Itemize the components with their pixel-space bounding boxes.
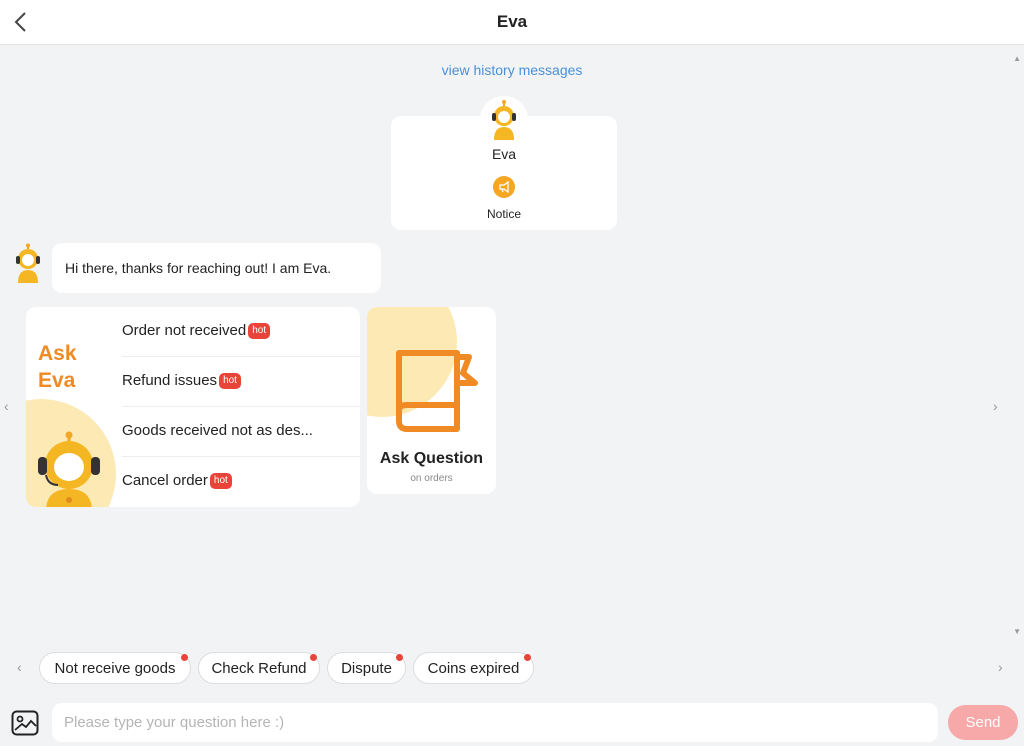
- faq-item-goods-not-as-described[interactable]: Goods received not as des...: [122, 407, 360, 457]
- scroll-down-arrow-icon[interactable]: ▼: [1013, 627, 1021, 636]
- megaphone-icon[interactable]: [493, 176, 515, 198]
- chip-check-refund[interactable]: Check Refund: [198, 652, 320, 684]
- question-input[interactable]: [52, 703, 938, 742]
- faq-item-label: Order not received: [122, 322, 247, 339]
- bot-name: Eva: [491, 146, 517, 162]
- ask-eva-card: Ask Eva Order not received hot Refund iss…: [26, 307, 360, 507]
- chip-coins-expired[interactable]: Coins expired: [413, 652, 534, 684]
- notice-label[interactable]: Notice: [391, 207, 617, 221]
- hot-badge: hot: [219, 373, 241, 389]
- header: Eva: [0, 0, 1024, 45]
- faq-item-label: Goods received not as des...: [122, 422, 313, 439]
- chips-prev-icon[interactable]: ‹: [17, 659, 22, 675]
- bot-message-avatar: [10, 243, 46, 283]
- chip-label: Check Refund: [211, 660, 307, 677]
- chip-dispute[interactable]: Dispute: [327, 652, 406, 684]
- ask-question-card[interactable]: Ask Question on orders: [367, 307, 496, 494]
- notification-dot: [181, 654, 188, 661]
- notification-dot: [310, 654, 317, 661]
- bot-message-bubble: Hi there, thanks for reaching out! I am …: [52, 243, 381, 293]
- faq-item-cancel-order[interactable]: Cancel order hot: [122, 457, 360, 507]
- chip-label: Not receive goods: [54, 660, 176, 677]
- image-upload-icon[interactable]: [11, 710, 39, 736]
- carousel-prev-icon[interactable]: ‹: [4, 398, 9, 414]
- question-book-icon: [396, 350, 478, 432]
- chat-title: Eva: [496, 12, 528, 31]
- faq-list: Order not received hot Refund issues hot G…: [122, 307, 360, 507]
- bot-avatar: [480, 96, 528, 144]
- robot-mascot-icon: [38, 431, 100, 507]
- chip-not-receive-goods[interactable]: Not receive goods: [39, 652, 191, 684]
- faq-item-label: Cancel order: [122, 472, 208, 489]
- carousel-next-icon[interactable]: ›: [993, 398, 998, 414]
- hot-badge: hot: [209, 473, 232, 489]
- view-history-link[interactable]: view history messages: [0, 62, 1024, 78]
- hot-badge: hot: [248, 323, 271, 339]
- notification-dot: [396, 654, 403, 661]
- robot-icon: [16, 243, 40, 283]
- chip-label: Coins expired: [427, 660, 520, 677]
- faq-item-order-not-received[interactable]: Order not received hot: [122, 307, 360, 357]
- chip-label: Dispute: [341, 660, 392, 677]
- send-button[interactable]: Send: [948, 705, 1018, 740]
- notification-dot: [524, 654, 531, 661]
- robot-icon: [480, 96, 528, 144]
- ask-question-subtitle: on orders: [410, 473, 453, 484]
- ask-eva-title: Ask Eva: [38, 342, 77, 392]
- faq-item-label: Refund issues: [122, 372, 218, 389]
- chips-next-icon[interactable]: ›: [998, 659, 1003, 675]
- faq-item-refund-issues[interactable]: Refund issues hot: [122, 357, 360, 407]
- ask-question-title: Ask Question: [379, 450, 484, 467]
